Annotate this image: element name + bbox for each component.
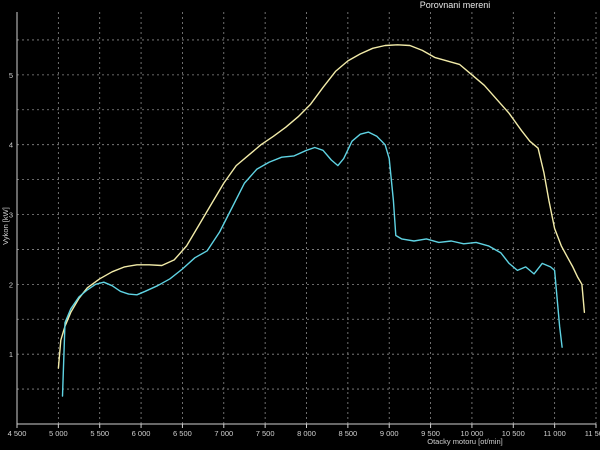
- x-tick-label: 7 000: [214, 429, 233, 438]
- x-tick-label: 5 000: [49, 429, 68, 438]
- chart-title: Porovnani mereni: [420, 0, 491, 10]
- grid-layer: [16, 12, 597, 424]
- x-tick-label: 6 500: [173, 429, 192, 438]
- x-tick-label: 11 000: [543, 429, 565, 438]
- x-tick-label: 4 500: [8, 429, 27, 438]
- y-tick-label: 4: [9, 141, 13, 150]
- x-axis-label: Otacky motoru [ot/min]: [427, 437, 502, 446]
- x-tick-label: 11 500: [585, 429, 600, 438]
- x-tick-label: 7 500: [256, 429, 275, 438]
- power-comparison-chart: Porovnani mereni 4 500 5 000 5 500 6 000 6 5…: [1, 0, 600, 446]
- y-axis-label: Vykon [kW]: [1, 207, 10, 245]
- x-tick-label: 6 000: [132, 429, 151, 438]
- x-tick-label: 10 500: [502, 429, 525, 438]
- x-tick-label: 8 000: [297, 429, 316, 438]
- x-axis-ticks: 4 500 5 000 5 500 6 000 6 500 7 000 7 500 8 000…: [8, 424, 600, 438]
- chart-container: Porovnani mereni 4 500 5 000 5 500 6 000 6 5…: [0, 0, 600, 450]
- x-tick-label: 9 000: [380, 429, 399, 438]
- series-layer: [57, 44, 586, 397]
- y-tick-label: 2: [9, 280, 13, 289]
- x-tick-label: 8 500: [338, 429, 357, 438]
- y-tick-label: 1: [9, 350, 13, 359]
- x-tick-label: 5 500: [90, 429, 109, 438]
- y-tick-label: 5: [9, 71, 13, 80]
